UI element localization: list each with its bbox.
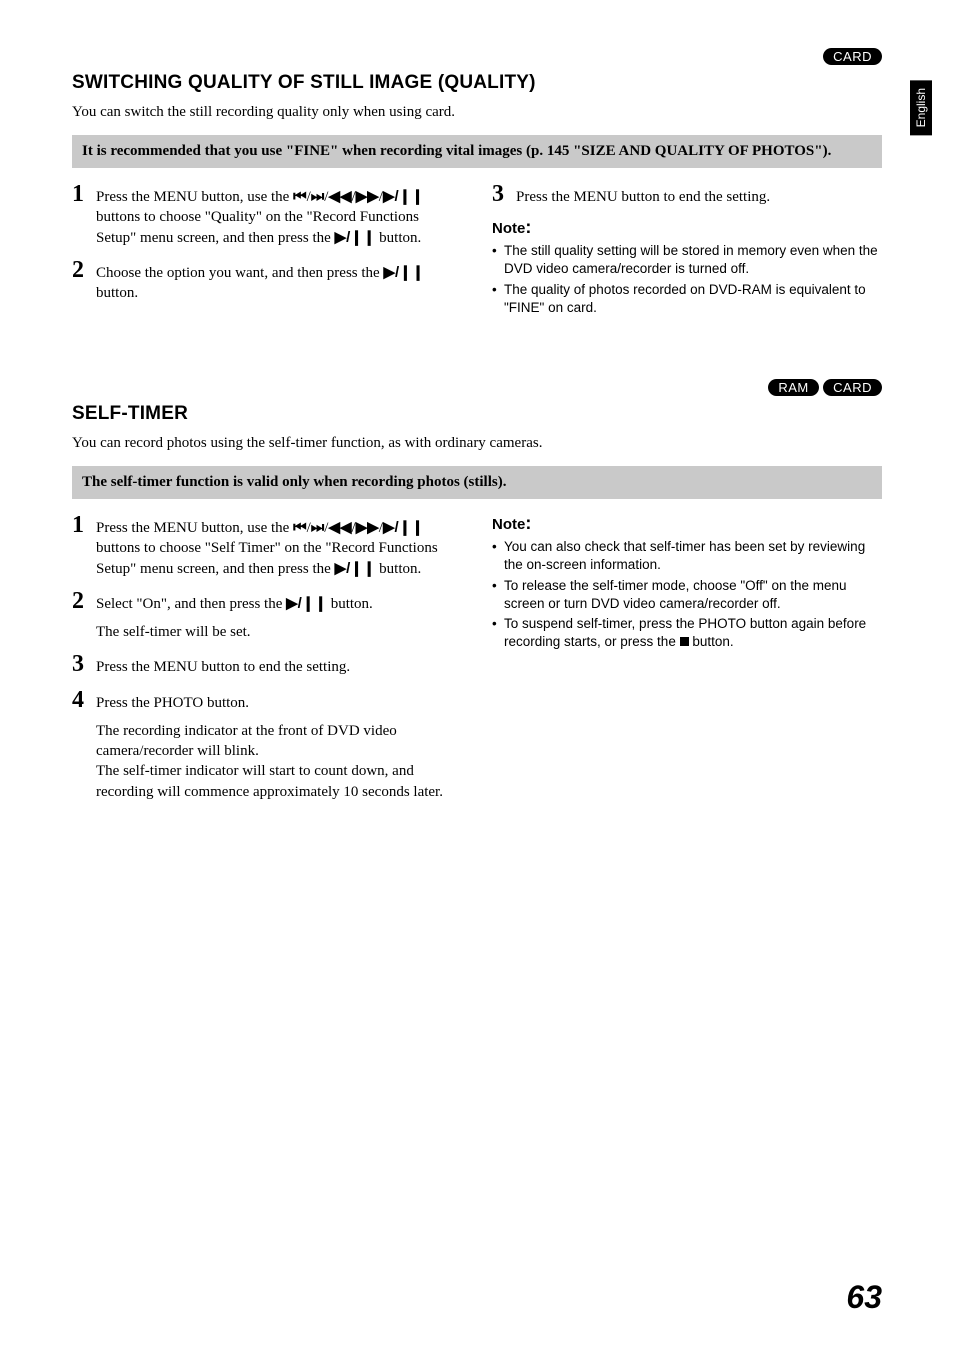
step-text: button. <box>375 561 421 577</box>
language-tab: English <box>910 80 932 135</box>
step-subtext: The recording indicator at the front of … <box>96 721 462 802</box>
badge-card: CARD <box>823 379 882 396</box>
section2-step4: 4 Press the PHOTO button. The recording … <box>72 688 462 802</box>
section2-step3: 3 Press the MENU button to end the setti… <box>72 652 462 677</box>
step-text: Choose the option you want, and then pre… <box>96 265 383 281</box>
step-subtext: The self-timer will be set. <box>96 622 373 642</box>
playpause-icon: ▶/❙❙ <box>383 188 424 205</box>
rew-icon: ◀◀ <box>328 188 351 205</box>
stop-icon <box>680 637 689 646</box>
section2-title: SELF-TIMER <box>72 403 882 425</box>
step-text: Press the MENU button, use the <box>96 520 293 536</box>
ff-icon: ▶▶ <box>356 519 379 536</box>
section2-step2: 2 Select "On", and then press the ▶/❙❙ b… <box>72 589 462 643</box>
step-text: Press the MENU button, use the <box>96 189 293 205</box>
step-text: button. <box>375 230 421 246</box>
badge-row-mid: RAM CARD <box>72 379 882 397</box>
step-text: Select "On", and then press the <box>96 596 286 612</box>
step-number: 2 <box>72 258 96 304</box>
playpause-icon: ▶/❙❙ <box>335 229 376 246</box>
section2-intro: You can record photos using the self-tim… <box>72 435 882 452</box>
note-heading: Note: <box>492 513 882 534</box>
step-text: Press the MENU button to end the setting… <box>96 652 350 677</box>
badge-ram: RAM <box>768 379 818 396</box>
next-icon: ⏭ <box>311 188 325 205</box>
note-item: You can also check that self-timer has b… <box>492 538 882 574</box>
note-heading: Note: <box>492 217 882 238</box>
section1-step3: 3 Press the MENU button to end the setti… <box>492 182 882 207</box>
section1-intro: You can switch the still recording quali… <box>72 104 882 121</box>
step-number: 2 <box>72 589 96 643</box>
step-text: Press the MENU button to end the setting… <box>516 182 770 207</box>
playpause-icon: ▶/❙❙ <box>286 595 327 612</box>
step-text: button. <box>96 285 138 301</box>
section2-highlight: The self-timer function is valid only wh… <box>72 466 882 499</box>
note-list: You can also check that self-timer has b… <box>492 538 882 651</box>
section1-title: SWITCHING QUALITY OF STILL IMAGE (QUALIT… <box>72 72 882 94</box>
note-item: The quality of photos recorded on DVD-RA… <box>492 281 882 317</box>
prev-icon: ⏮ <box>293 188 307 205</box>
step-number: 3 <box>72 652 96 677</box>
step-text: button. <box>327 596 373 612</box>
ff-icon: ▶▶ <box>356 188 379 205</box>
note-item: To suspend self-timer, press the PHOTO b… <box>492 615 882 651</box>
playpause-icon: ▶/❙❙ <box>383 519 424 536</box>
rew-icon: ◀◀ <box>328 519 351 536</box>
note-item: The still quality setting will be stored… <box>492 242 882 278</box>
step-number: 4 <box>72 688 96 802</box>
section2-step1: 1 Press the MENU button, use the ⏮/⏭/◀◀/… <box>72 513 462 579</box>
prev-icon: ⏮ <box>293 519 307 536</box>
step-text: Press the PHOTO button. <box>96 695 249 711</box>
playpause-icon: ▶/❙❙ <box>383 264 424 281</box>
step-number: 1 <box>72 513 96 579</box>
step-number: 3 <box>492 182 516 207</box>
page-number: 63 <box>846 1279 882 1316</box>
badge-card: CARD <box>823 48 882 65</box>
next-icon: ⏭ <box>311 519 325 536</box>
badge-row-top: CARD <box>72 48 882 66</box>
section1-step1: 1 Press the MENU button, use the ⏮/⏭/◀◀/… <box>72 182 462 248</box>
note-list: The still quality setting will be stored… <box>492 242 882 317</box>
step-number: 1 <box>72 182 96 248</box>
playpause-icon: ▶/❙❙ <box>335 560 376 577</box>
note-item: To release the self-timer mode, choose "… <box>492 577 882 613</box>
section1-step2: 2 Choose the option you want, and then p… <box>72 258 462 304</box>
section1-highlight: It is recommended that you use "FINE" wh… <box>72 135 882 168</box>
